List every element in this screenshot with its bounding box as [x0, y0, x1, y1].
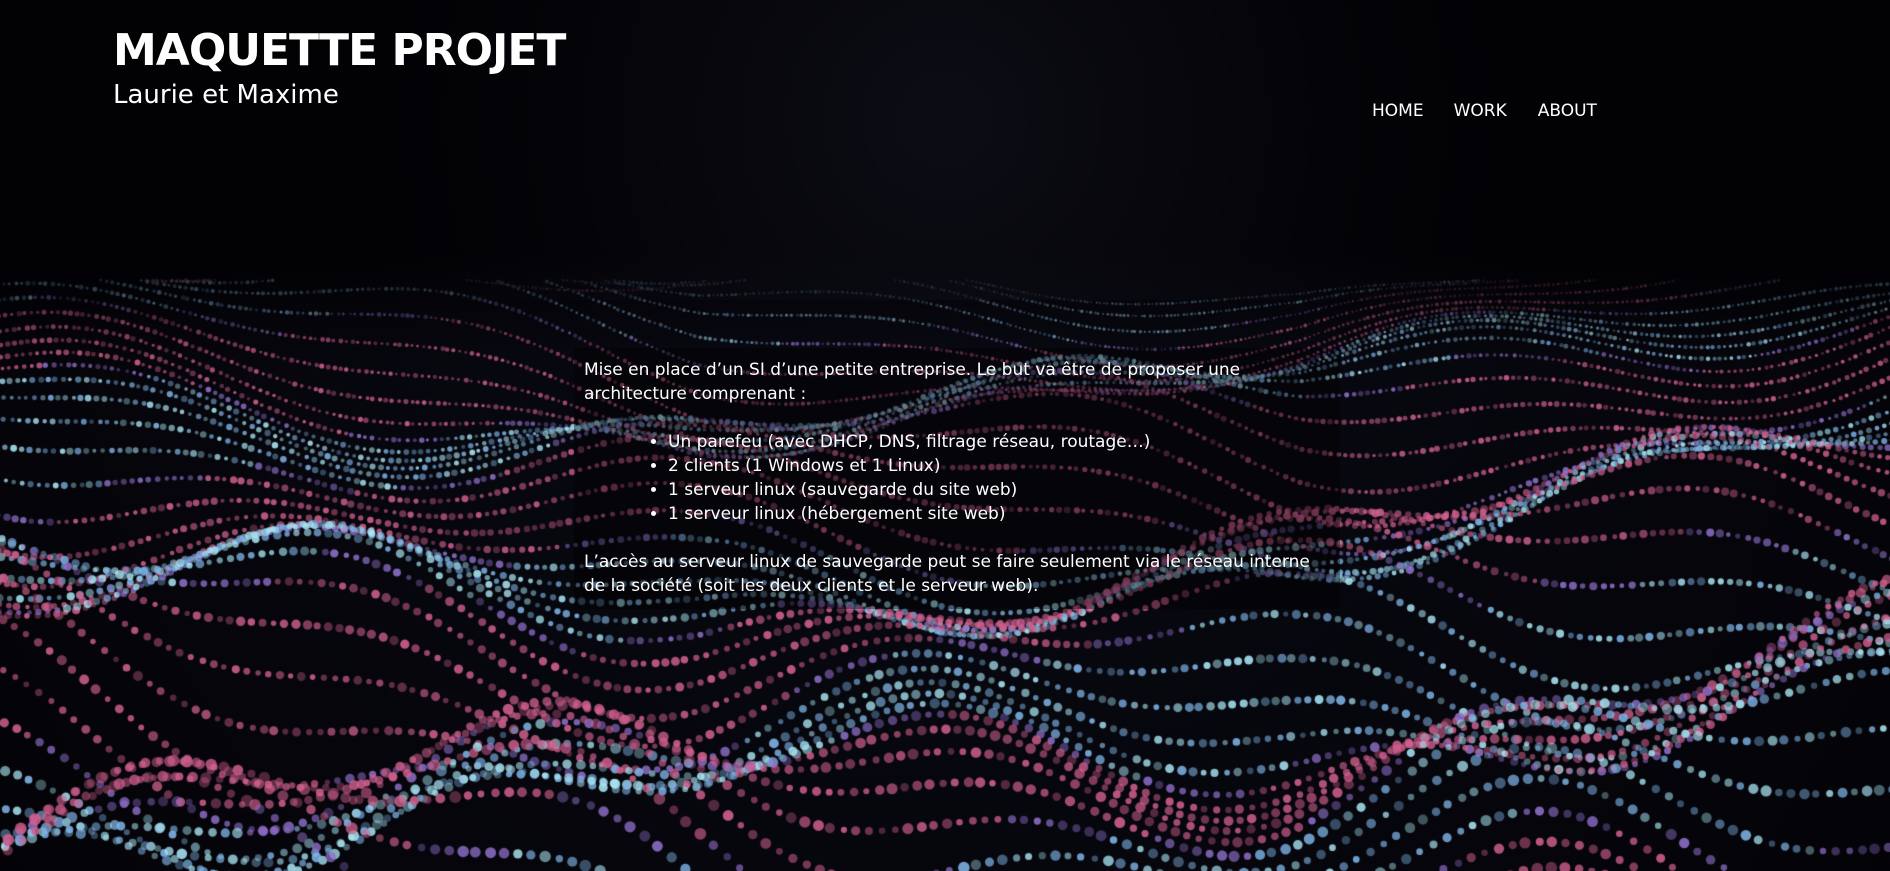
site-subtitle: Laurie et Maxime: [113, 80, 339, 110]
list-item: Un parefeu (avec DHCP, DNS, filtrage rés…: [668, 430, 1330, 454]
outro-paragraph: L’accès au serveur linux de sauvegarde p…: [584, 552, 1310, 596]
intro-paragraph: Mise en place d’un SI d’une petite entre…: [584, 360, 1241, 404]
main-nav: HOME WORK ABOUT: [1372, 100, 1597, 122]
project-description: Mise en place d’un SI d’une petite entre…: [574, 348, 1340, 609]
site-header: MAQUETTE PROJET Laurie et Maxime: [113, 25, 566, 111]
list-item: 1 serveur linux (hébergement site web): [668, 502, 1330, 526]
architecture-list: Un parefeu (avec DHCP, DNS, filtrage rés…: [584, 430, 1330, 526]
nav-about-link[interactable]: ABOUT: [1538, 100, 1597, 122]
list-item: 1 serveur linux (sauvegarde du site web): [668, 478, 1330, 502]
site-title: MAQUETTE PROJET: [113, 25, 566, 76]
nav-work-link[interactable]: WORK: [1454, 100, 1507, 122]
list-item: 2 clients (1 Windows et 1 Linux): [668, 454, 1330, 478]
nav-home-link[interactable]: HOME: [1372, 100, 1424, 122]
